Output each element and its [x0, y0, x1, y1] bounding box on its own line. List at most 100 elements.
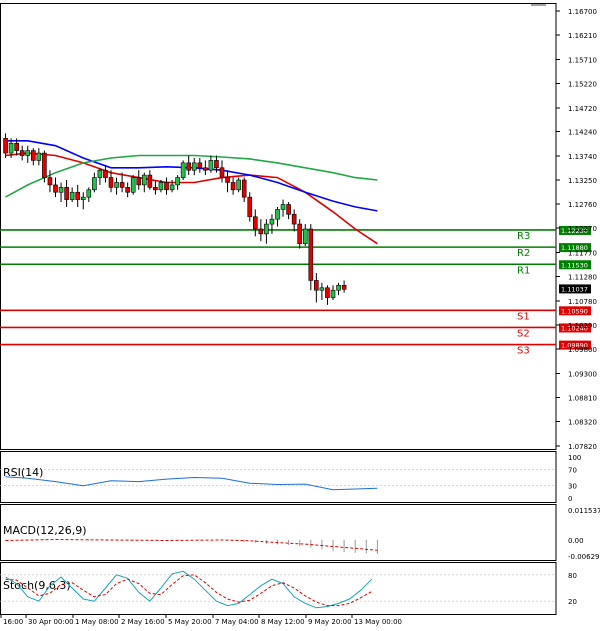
candle-body [108, 177, 114, 188]
rsi-tick-label: 0 [568, 495, 572, 503]
stoch-tick-label: 80 [568, 572, 577, 580]
candle-body [341, 285, 347, 290]
pivot-label-s1: S1 [517, 311, 530, 322]
candle-body [97, 169, 103, 178]
candle-body [114, 182, 119, 188]
price-tick-label: 1.09300 [568, 371, 597, 379]
candle-body [258, 228, 264, 235]
candle-body [64, 187, 69, 200]
time-axis: 16:00 30 Apr 00:00 1 May 08:00 2 May 16:00 5… [0, 614, 402, 626]
rsi-line [5, 476, 378, 491]
panel-frame [0, 3, 557, 450]
candle-body [8, 142, 14, 154]
candle-body [158, 182, 164, 191]
candle-body [80, 196, 86, 200]
candle-body [47, 177, 53, 186]
candle-body [30, 150, 36, 161]
candle-body [86, 189, 92, 198]
candle-body [269, 218, 275, 225]
candle-body [164, 182, 169, 191]
candles [3, 133, 347, 305]
time-tick-label: 30 Apr 00:00 [28, 618, 74, 626]
forex-chart: R3 1.12230R2 1.11880R1 1.11530S1 1.10590S2 1.… [0, 3, 600, 626]
candle-body [336, 285, 341, 291]
candle-body [264, 223, 269, 235]
pivot-label-s3: S3 [517, 346, 530, 357]
candle-body [219, 167, 225, 178]
price-tick-label: 1.13250 [568, 177, 597, 185]
price-tick-label: 1.16210 [568, 32, 597, 40]
candle-body [19, 150, 25, 156]
candle-body [169, 184, 175, 191]
candle-body [14, 142, 19, 151]
price-tick-label: 1.12760 [568, 201, 597, 209]
candle-body [291, 213, 297, 225]
candle-body [180, 162, 186, 178]
candle-body [230, 182, 236, 191]
candle-body [136, 177, 142, 186]
price-tick-label: 1.07820 [568, 443, 597, 451]
rsi-tick-label: 100 [568, 454, 581, 462]
candle-body [130, 177, 136, 193]
rsi-tick-label: 30 [568, 483, 577, 491]
pivot-label-r3: R3 [517, 231, 530, 242]
macd-panel: 0.011537 0.00 -0.006297 MACD(12,26,9) [3, 507, 600, 561]
candle-body [25, 150, 31, 156]
rsi-panel: 10070300RSI(14) [0, 454, 581, 503]
pivot-label-r2: R2 [517, 248, 530, 259]
price-tick-label: 1.10780 [568, 298, 597, 306]
price-tick-label: 1.15710 [568, 56, 597, 64]
stoch-panel: 8020Stoch(9,6,3) [0, 570, 577, 609]
candle-body [253, 216, 258, 230]
candle-body [314, 280, 319, 291]
price-tick-label: 1.14720 [568, 105, 597, 113]
candle-body [275, 209, 280, 220]
candle-body [286, 204, 291, 215]
candle-body [225, 177, 230, 183]
time-tick-label: 9 May 20:00 [308, 618, 352, 626]
price-tick-label: 1.12270 [568, 225, 597, 233]
price-tick-label: 1.14240 [568, 129, 597, 137]
candle-body [92, 177, 97, 191]
price-tick-label: 1.11280 [568, 274, 597, 282]
candle-body [186, 162, 191, 171]
panel-frame [0, 562, 557, 615]
current-price-label: 1.11037 [561, 285, 588, 293]
time-tick-label: 8 May 12:00 [261, 618, 305, 626]
rsi-tick-label: 70 [568, 466, 577, 474]
price-tick-label: 1.13740 [568, 153, 597, 161]
candle-body [241, 179, 247, 198]
pivot-label-s2: S2 [517, 328, 530, 339]
candle-body [147, 174, 153, 188]
candle-body [247, 196, 253, 218]
candle-body [3, 138, 8, 154]
time-tick-label: 16:00 [3, 618, 23, 626]
candle-body [153, 187, 158, 191]
time-tick-label: 7 May 04:00 [215, 618, 259, 626]
time-tick-label: 13 May 00:00 [354, 618, 402, 626]
candle-body [325, 287, 330, 298]
candle-body [142, 174, 147, 186]
candle-body [297, 223, 303, 244]
time-tick-label: 2 May 16:00 [121, 618, 165, 626]
candle-body [203, 167, 208, 171]
candle-body [214, 160, 219, 169]
price-tick-label: 1.11770 [568, 250, 597, 258]
time-tick-label: 1 May 08:00 [75, 618, 119, 626]
price-tick-label: 1.16700 [568, 8, 597, 16]
candle-body [330, 289, 336, 298]
price-tick-label: 1.08320 [568, 419, 597, 427]
candle-body [175, 177, 180, 186]
pivot-levels: R3 1.12230R2 1.11880R1 1.11530S1 1.10590S2 1.… [0, 225, 591, 357]
candle-body [125, 187, 130, 193]
candle-body [42, 152, 47, 178]
price-tick-label: 1.08810 [568, 395, 597, 403]
candle-body [69, 191, 75, 200]
price-tick-label: 1.10290 [568, 322, 597, 330]
panel-frame [0, 451, 557, 503]
macd-label: MACD(12,26,9) [3, 524, 87, 537]
stoch-tick-label: 20 [568, 598, 577, 606]
candle-body [58, 187, 64, 193]
main-chart-frame [0, 3, 557, 615]
macd-tick-label: -0.006297 [568, 553, 600, 561]
